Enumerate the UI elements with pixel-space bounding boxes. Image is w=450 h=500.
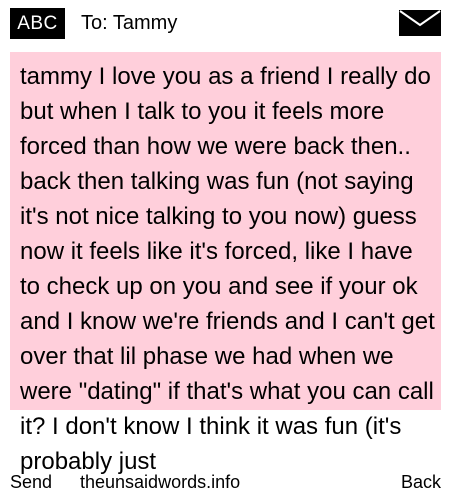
- recipient-label: To: Tammy: [81, 12, 178, 34]
- input-mode-badge[interactable]: ABC: [10, 8, 65, 39]
- envelope-icon: [399, 10, 441, 36]
- compose-header: ABC To: Tammy: [0, 0, 450, 46]
- send-button[interactable]: Send: [10, 470, 52, 494]
- message-body[interactable]: tammy I love you as a friend I really do…: [20, 59, 438, 479]
- watermark: theunsaidwords.info: [80, 472, 241, 492]
- back-button[interactable]: Back: [401, 470, 441, 494]
